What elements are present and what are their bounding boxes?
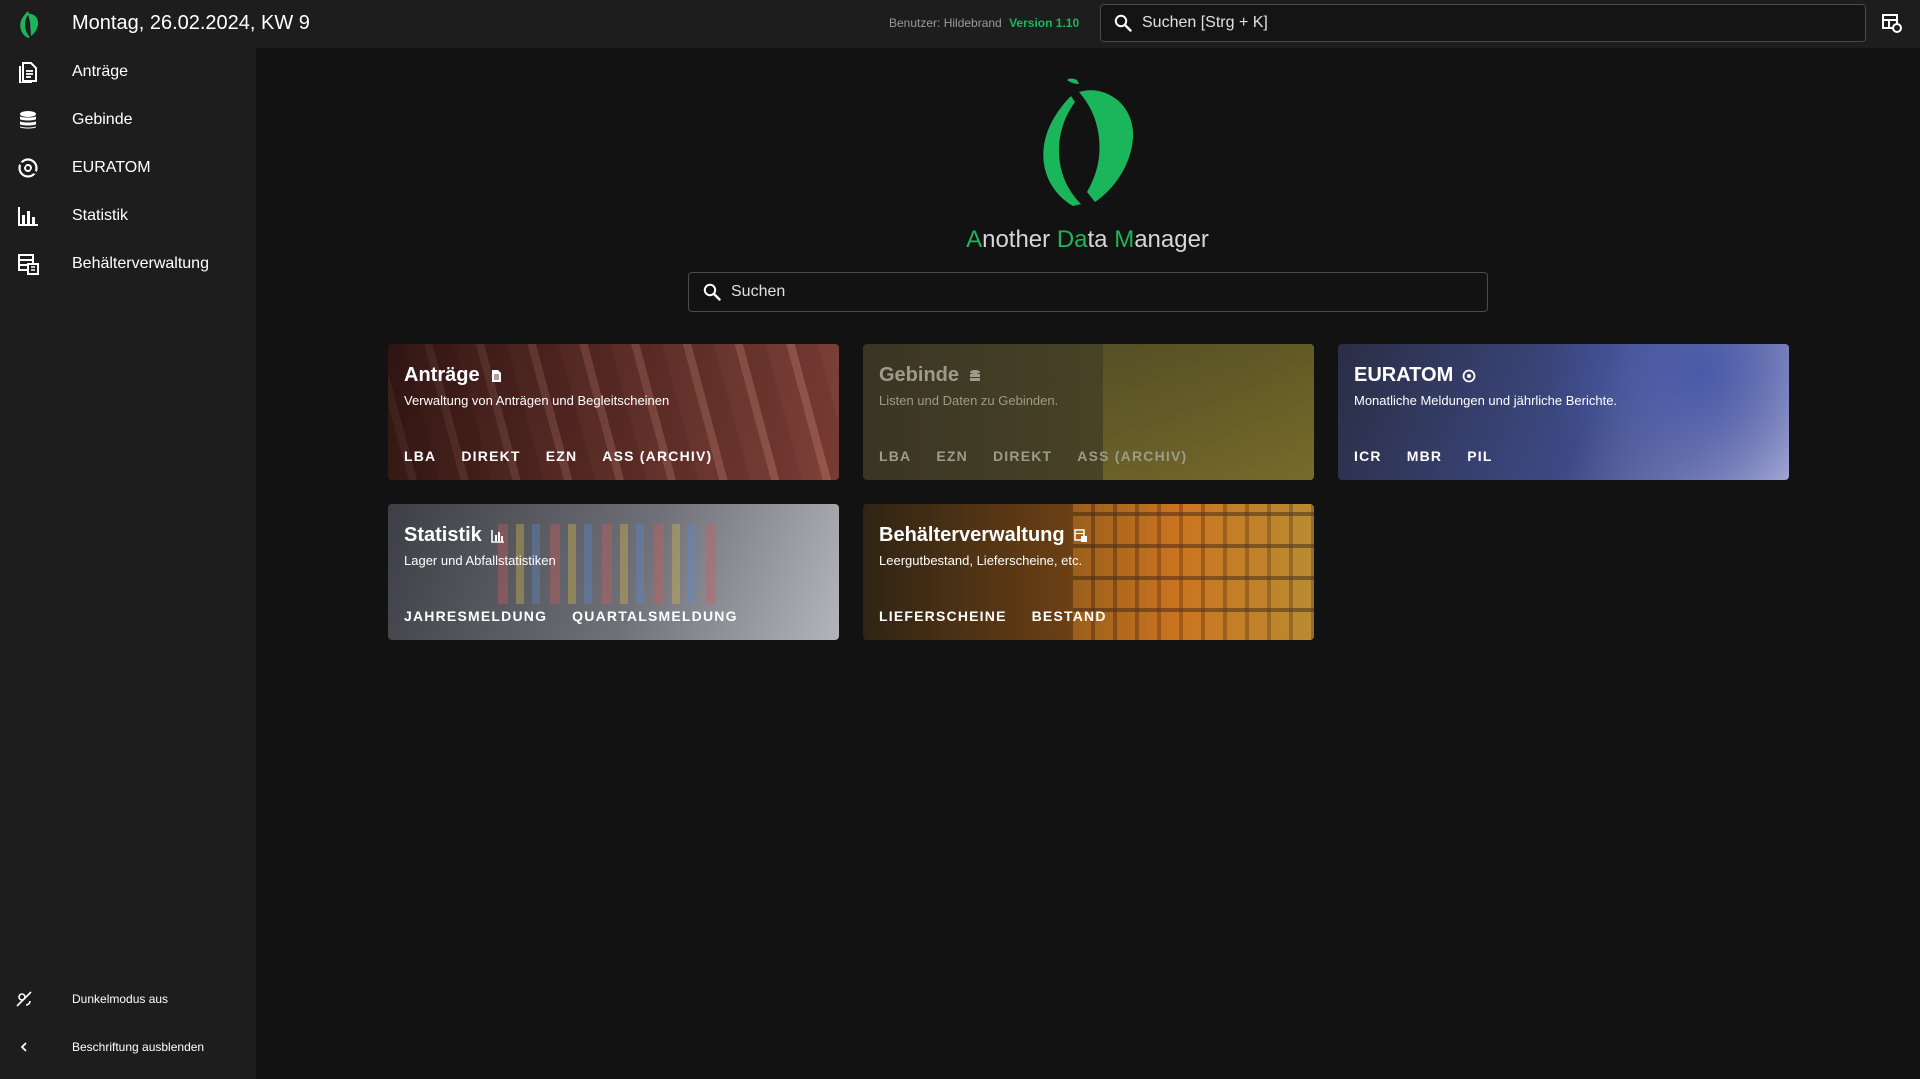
- main-search-box[interactable]: [688, 272, 1488, 312]
- dark-mode-label: Dunkelmodus aus: [72, 992, 169, 1006]
- card-title: Statistik: [404, 524, 505, 547]
- top-app-bar: Montag, 26.02.2024, KW 9 Benutzer: Hilde…: [0, 0, 1920, 48]
- card-actions: LBA EZN DIREKT ASS (ARCHIV): [867, 438, 1200, 474]
- action-mbr-button[interactable]: MBR: [1395, 438, 1454, 474]
- search-icon: [1114, 14, 1132, 32]
- card-actions: LBA DIREKT EZN ASS (ARCHIV): [392, 438, 725, 474]
- user-label: Benutzer: Hildebrand: [889, 16, 1002, 30]
- card-title-text: EURATOM: [1354, 364, 1454, 386]
- database-icon: [16, 108, 40, 132]
- bar-chart-icon: [16, 204, 40, 228]
- version-label: Version 1.10: [1009, 16, 1080, 30]
- hide-labels-toggle[interactable]: Beschriftung ausblenden: [0, 1027, 256, 1067]
- card-actions: ICR MBR PIL: [1342, 438, 1506, 474]
- radioactive-icon: [16, 156, 40, 180]
- sidebar-item-euratom[interactable]: EURATOM: [0, 144, 256, 192]
- action-ass-archiv-button[interactable]: ASS (ARCHIV): [590, 438, 724, 474]
- card-description: Verwaltung von Anträgen und Begleitschei…: [404, 393, 670, 408]
- card-title-text: Statistik: [404, 524, 482, 546]
- sidebar-item-label: Anträge: [72, 63, 129, 80]
- database-icon: [968, 369, 982, 383]
- action-ass-archiv-button[interactable]: ASS (ARCHIV): [1065, 438, 1199, 474]
- brand-part: Da: [1056, 226, 1088, 253]
- dark-mode-toggle[interactable]: Dunkelmodus aus: [0, 979, 256, 1019]
- action-direkt-button[interactable]: DIREKT: [981, 438, 1064, 474]
- card-description: Leergutbestand, Lieferscheine, etc.: [879, 553, 1083, 568]
- sidebar-item-behaelterverwaltung[interactable]: Behälterverwaltung: [0, 240, 256, 288]
- brand-part: nother: [982, 226, 1057, 253]
- brand-logo-icon: [1043, 78, 1134, 206]
- action-lba-button[interactable]: LBA: [867, 438, 923, 474]
- chevron-left-icon: [15, 1038, 33, 1056]
- container-stack-icon: [1073, 528, 1088, 543]
- radioactive-icon: [1462, 369, 1476, 383]
- card-title: Gebinde: [879, 364, 982, 387]
- current-date: Montag, 26.02.2024, KW 9: [72, 12, 310, 34]
- sidebar-item-label: EURATOM: [72, 159, 151, 176]
- card-statistik: Statistik Lager und Abfallstatistiken JA…: [388, 504, 839, 640]
- card-title-text: Behälterverwaltung: [879, 524, 1065, 546]
- brand-part: anager: [1134, 226, 1209, 253]
- card-title: EURATOM: [1354, 364, 1476, 387]
- action-pil-button[interactable]: PIL: [1455, 438, 1504, 474]
- sidebar-item-label: Statistik: [72, 207, 129, 224]
- action-ezn-button[interactable]: EZN: [924, 438, 980, 474]
- action-lieferscheine-button[interactable]: LIEFERSCHEINE: [867, 598, 1019, 634]
- card-title: Anträge: [404, 364, 503, 387]
- card-gebinde: Gebinde Listen und Daten zu Gebinden. LB…: [863, 344, 1314, 480]
- sidebar-item-label: Behälterverwaltung: [72, 255, 209, 272]
- document-icon: [489, 369, 503, 383]
- card-description: Lager und Abfallstatistiken: [404, 553, 556, 568]
- card-description: Listen und Daten zu Gebinden.: [879, 393, 1059, 408]
- card-description: Monatliche Meldungen und jährliche Beric…: [1354, 393, 1618, 408]
- brand-part: M: [1114, 226, 1135, 253]
- global-search-input[interactable]: [1140, 13, 1865, 33]
- action-jahresmeldung-button[interactable]: JAHRESMELDUNG: [392, 598, 559, 634]
- action-ezn-button[interactable]: EZN: [534, 438, 590, 474]
- global-search-box[interactable]: [1100, 4, 1866, 42]
- main-search-input[interactable]: [729, 282, 1487, 302]
- settings-table-icon[interactable]: [1881, 12, 1903, 34]
- card-actions: JAHRESMELDUNG QUARTALSMELDUNG: [392, 598, 751, 634]
- sidebar-item-antraege[interactable]: Anträge: [0, 48, 256, 96]
- action-lba-button[interactable]: LBA: [392, 438, 448, 474]
- card-title: Behälterverwaltung: [879, 524, 1088, 547]
- document-icon: [16, 60, 40, 84]
- sidebar-item-label: Gebinde: [72, 111, 133, 128]
- sidebar-item-statistik[interactable]: Statistik: [0, 192, 256, 240]
- card-actions: LIEFERSCHEINE BESTAND: [867, 598, 1120, 634]
- brand-part: ta: [1087, 226, 1115, 253]
- search-icon: [703, 283, 721, 301]
- hide-labels-label: Beschriftung ausblenden: [72, 1040, 205, 1054]
- app-logo-icon[interactable]: [14, 8, 42, 40]
- card-title-text: Anträge: [404, 364, 480, 386]
- action-bestand-button[interactable]: BESTAND: [1020, 598, 1119, 634]
- card-title-text: Gebinde: [879, 364, 960, 386]
- action-quartalsmeldung-button[interactable]: QUARTALSMELDUNG: [560, 598, 750, 634]
- user-version-info: Benutzer: Hildebrand Version 1.10: [889, 16, 1079, 30]
- brand-name: Another Data Manager: [900, 226, 1275, 254]
- sidebar: Anträge Gebinde EURATOM Statistik Behält…: [0, 48, 256, 1079]
- sidebar-item-gebinde[interactable]: Gebinde: [0, 96, 256, 144]
- card-euratom: EURATOM Monatliche Meldungen und jährlic…: [1338, 344, 1789, 480]
- card-behaelterverwaltung: Behälterverwaltung Leergutbestand, Liefe…: [863, 504, 1314, 640]
- container-stack-icon: [16, 252, 40, 276]
- bar-chart-icon: [491, 529, 505, 543]
- card-antraege: Anträge Verwaltung von Anträgen und Begl…: [388, 344, 839, 480]
- action-icr-button[interactable]: ICR: [1342, 438, 1394, 474]
- theme-toggle-icon: [15, 990, 33, 1008]
- action-direkt-button[interactable]: DIREKT: [449, 438, 532, 474]
- brand-part: A: [966, 226, 983, 253]
